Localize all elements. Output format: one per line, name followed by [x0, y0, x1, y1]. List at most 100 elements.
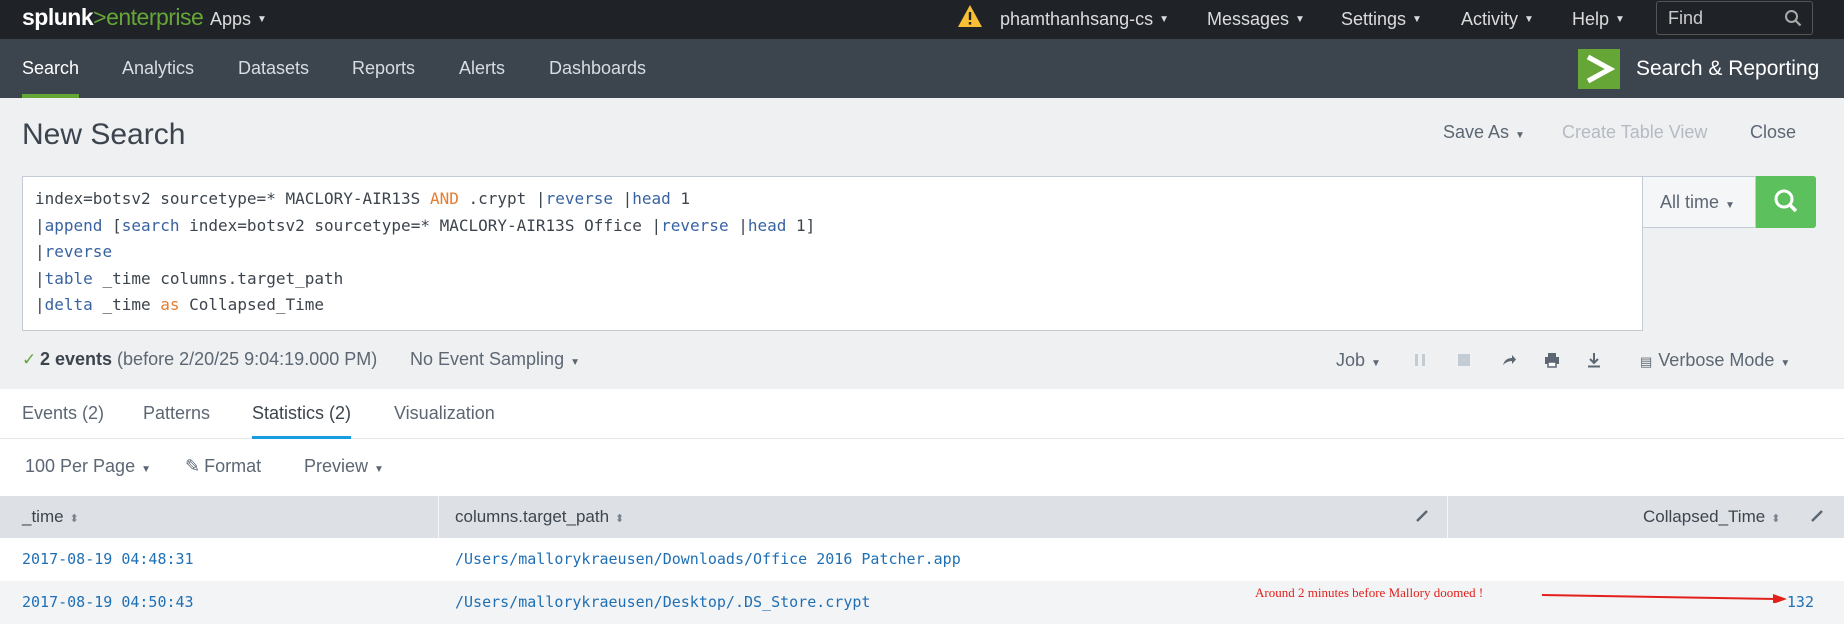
query-token: | — [35, 268, 45, 288]
tab-alerts[interactable]: Alerts — [459, 39, 505, 98]
query-token: | — [35, 215, 45, 235]
chevron-down-icon: ▼ — [1295, 14, 1305, 25]
event-sampling-dropdown[interactable]: No Event Sampling ▼ — [410, 349, 580, 370]
time-range-picker[interactable]: All time ▼ — [1643, 176, 1756, 228]
find-input[interactable]: Find — [1656, 1, 1813, 35]
chevron-down-icon: ▼ — [374, 464, 384, 475]
table-options-bar: 100 Per Page ▼ ✎ Format Preview ▼ — [0, 439, 1844, 496]
search-query-input[interactable]: index=botsv2 sourcetype=* MACLORY-AIR13S… — [22, 176, 1643, 331]
edit-column-icon[interactable] — [1810, 509, 1824, 523]
column-header-collapsed-time[interactable]: Collapsed_Time ⬍ — [1643, 496, 1780, 538]
chevron-down-icon: ▼ — [1780, 358, 1791, 369]
column-divider — [438, 496, 439, 538]
create-table-view-button[interactable]: Create Table View — [1562, 122, 1707, 143]
help-menu[interactable]: Help ▼ — [1572, 0, 1625, 39]
share-icon[interactable] — [1501, 352, 1517, 368]
chevron-down-icon: ▼ — [1515, 130, 1525, 141]
column-header-time[interactable]: _time ⬍ — [22, 496, 79, 538]
query-token: reverse — [661, 215, 729, 235]
query-line: |reverse — [35, 239, 1630, 266]
chevron-down-icon: ▼ — [1371, 358, 1381, 369]
query-token: index=botsv2 sourcetype=* MACLORY-AIR13S… — [179, 215, 662, 235]
sort-icon: ⬍ — [615, 513, 625, 525]
export-icon[interactable] — [1586, 352, 1602, 368]
cell-target-path[interactable]: /Users/mallorykraeusen/Downloads/Office … — [455, 550, 961, 568]
query-token: _time columns.target_path — [92, 268, 344, 288]
per-page-dropdown[interactable]: 100 Per Page ▼ — [25, 456, 151, 477]
event-count-value: 2 events — [40, 349, 113, 369]
logo-gt: > — [93, 4, 107, 30]
pencil-icon: ✎ — [185, 456, 201, 476]
query-token: search — [121, 215, 180, 235]
column-label: columns.target_path — [455, 507, 610, 526]
edit-column-icon[interactable] — [1415, 509, 1429, 523]
sampling-label: No Event Sampling — [410, 349, 565, 369]
event-count: 2 events (before 2/20/25 9:04:19.000 PM) — [40, 349, 377, 370]
query-token: delta — [44, 295, 93, 314]
query-token: | — [35, 242, 45, 261]
logo-sub: enterprise — [106, 4, 204, 30]
tab-visualization[interactable]: Visualization — [394, 403, 495, 439]
annotation-arrow — [1541, 594, 1787, 603]
app-bar: Search Analytics Datasets Reports Alerts… — [0, 39, 1844, 98]
cell-time[interactable]: 2017-08-19 04:48:31 — [22, 550, 194, 568]
tab-search[interactable]: Search — [22, 39, 80, 98]
tab-reports[interactable]: Reports — [352, 39, 415, 98]
activity-label: Activity — [1461, 9, 1519, 29]
chevron-down-icon: ▼ — [257, 14, 267, 25]
preview-dropdown[interactable]: Preview ▼ — [304, 456, 384, 477]
save-as-button[interactable]: Save As ▼ — [1443, 122, 1525, 143]
query-token: head — [747, 215, 787, 235]
sort-icon: ⬍ — [1771, 513, 1781, 525]
cell-time[interactable]: 2017-08-19 04:50:43 — [22, 593, 194, 611]
activity-menu[interactable]: Activity ▼ — [1461, 0, 1534, 39]
stop-icon[interactable] — [1456, 352, 1472, 368]
query-token: _time — [92, 295, 161, 314]
tab-events[interactable]: Events (2) — [22, 403, 104, 439]
user-menu[interactable]: phamthanhsang-cs ▼ — [1000, 0, 1169, 39]
tab-analytics[interactable]: Analytics — [122, 39, 194, 98]
query-token: | — [728, 215, 748, 235]
settings-menu[interactable]: Settings ▼ — [1341, 0, 1422, 39]
query-token: append — [44, 215, 103, 235]
chevron-down-icon: ▼ — [1725, 200, 1735, 211]
query-token: 1 — [670, 189, 691, 208]
per-page-label: 100 Per Page — [25, 456, 136, 476]
sort-icon: ⬍ — [69, 513, 79, 525]
tab-statistics[interactable]: Statistics (2) — [252, 403, 352, 439]
global-header: splunk>enterprise Apps ▼ phamthanhsang-cs… — [0, 0, 1844, 39]
query-token: head — [632, 189, 671, 208]
column-header-target-path[interactable]: columns.target_path ⬍ — [455, 496, 624, 538]
apps-menu[interactable]: Apps ▼ — [210, 0, 267, 39]
preview-label: Preview — [304, 456, 369, 476]
job-menu[interactable]: Job ▼ — [1336, 350, 1381, 371]
messages-menu[interactable]: Messages ▼ — [1207, 0, 1305, 39]
find-placeholder: Find — [1668, 8, 1704, 28]
job-label: Job — [1336, 350, 1366, 370]
pause-icon[interactable] — [1412, 352, 1428, 368]
search-mode-dropdown[interactable]: ▤ Verbose Mode ▼ — [1640, 350, 1790, 371]
logo-main: splunk — [22, 4, 94, 30]
splunk-logo[interactable]: splunk>enterprise — [22, 4, 204, 31]
settings-label: Settings — [1341, 9, 1407, 29]
print-icon[interactable] — [1544, 352, 1560, 368]
messages-label: Messages — [1207, 9, 1290, 29]
query-token: table — [44, 268, 93, 288]
query-token: reverse — [44, 242, 113, 261]
cell-target-path[interactable]: /Users/mallorykraeusen/Desktop/.DS_Store… — [455, 593, 870, 611]
tab-dashboards[interactable]: Dashboards — [549, 39, 646, 98]
mode-label: Verbose Mode — [1658, 350, 1775, 370]
apps-label: Apps — [210, 9, 252, 29]
query-token: index=botsv2 sourcetype=* MACLORY-AIR13S — [35, 189, 430, 208]
close-button[interactable]: Close — [1750, 122, 1796, 143]
query-token: AND — [429, 189, 459, 208]
search-button[interactable] — [1756, 176, 1816, 228]
format-button[interactable]: ✎ Format — [185, 456, 261, 477]
tab-datasets[interactable]: Datasets — [238, 39, 309, 98]
cell-collapsed-time[interactable]: 132 — [1787, 593, 1814, 611]
tab-patterns[interactable]: Patterns — [143, 403, 210, 439]
job-status-bar: ✓ 2 events (before 2/20/25 9:04:19.000 P… — [0, 340, 1844, 378]
warning-icon[interactable] — [957, 4, 983, 28]
query-line: |table _time columns.target_path — [35, 266, 1630, 293]
query-token: 1] — [786, 215, 816, 235]
